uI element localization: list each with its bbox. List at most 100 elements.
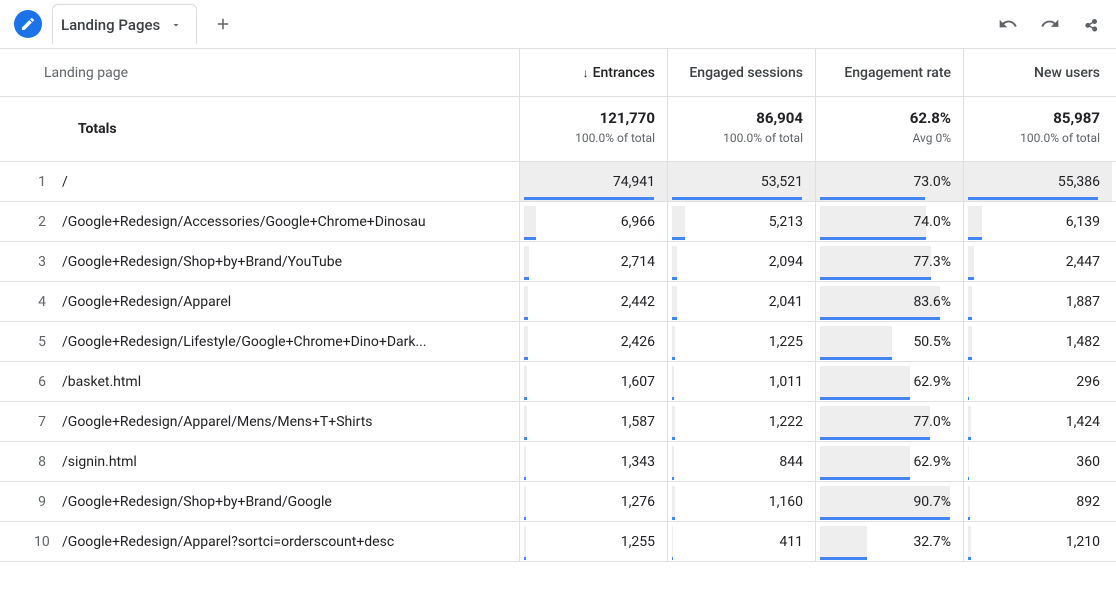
row-index: 1 <box>34 174 62 190</box>
cell-new-users: 360 <box>964 442 1112 481</box>
column-header-new-users[interactable]: New users <box>964 49 1112 96</box>
edit-badge-icon <box>14 10 42 38</box>
row-dimension: 9/Google+Redesign/Shop+by+Brand/Google <box>0 482 520 521</box>
cell-new-users: 55,386 <box>964 162 1112 201</box>
cell-engaged-sessions: 1,225 <box>668 322 816 361</box>
row-dimension: 10/Google+Redesign/Apparel?sortci=orders… <box>0 522 520 561</box>
row-index: 5 <box>34 334 62 350</box>
cell-new-users: 1,482 <box>964 322 1112 361</box>
totals-engaged-sessions: 86,904 100.0% of total <box>668 97 816 161</box>
cell-new-users: 1,424 <box>964 402 1112 441</box>
cell-engaged-sessions: 2,041 <box>668 282 816 321</box>
cell-new-users: 1,887 <box>964 282 1112 321</box>
cell-engagement-rate: 74.0% <box>816 202 964 241</box>
cell-entrances: 6,966 <box>520 202 668 241</box>
table-header: Landing page ↓ Entrances Engaged session… <box>0 49 1116 97</box>
column-header-entrances[interactable]: ↓ Entrances <box>520 49 668 96</box>
table-row[interactable]: 2/Google+Redesign/Accessories/Google+Chr… <box>0 202 1116 242</box>
row-dimension: 6/basket.html <box>0 362 520 401</box>
cell-entrances: 1,607 <box>520 362 668 401</box>
cell-engagement-rate: 32.7% <box>816 522 964 561</box>
table-row[interactable]: 6/basket.html1,6071,01162.9%296 <box>0 362 1116 402</box>
cell-new-users: 1,210 <box>964 522 1112 561</box>
cell-engagement-rate: 77.0% <box>816 402 964 441</box>
data-table: Landing page ↓ Entrances Engaged session… <box>0 48 1116 562</box>
cell-entrances: 2,442 <box>520 282 668 321</box>
row-index: 2 <box>34 214 62 230</box>
table-row[interactable]: 4/Google+Redesign/Apparel2,4422,04183.6%… <box>0 282 1116 322</box>
row-dimension: 5/Google+Redesign/Lifestyle/Google+Chrom… <box>0 322 520 361</box>
row-path: / <box>62 174 68 190</box>
table-row[interactable]: 9/Google+Redesign/Shop+by+Brand/Google1,… <box>0 482 1116 522</box>
redo-button[interactable] <box>1036 10 1064 38</box>
totals-new-users: 85,987 100.0% of total <box>964 97 1112 161</box>
tab-landing-pages[interactable]: Landing Pages <box>52 4 197 44</box>
table-body: 1/74,94153,52173.0%55,3862/Google+Redesi… <box>0 162 1116 562</box>
row-path: /Google+Redesign/Shop+by+Brand/YouTube <box>62 254 342 270</box>
tab-label: Landing Pages <box>61 16 160 34</box>
cell-engagement-rate: 50.5% <box>816 322 964 361</box>
chevron-down-icon <box>170 19 182 31</box>
add-tab-button[interactable] <box>203 4 243 44</box>
cell-new-users: 296 <box>964 362 1112 401</box>
cell-engaged-sessions: 1,011 <box>668 362 816 401</box>
row-index: 7 <box>34 414 62 430</box>
table-row[interactable]: 7/Google+Redesign/Apparel/Mens/Mens+T+Sh… <box>0 402 1116 442</box>
cell-new-users: 892 <box>964 482 1112 521</box>
totals-entrances: 121,770 100.0% of total <box>520 97 668 161</box>
row-dimension: 2/Google+Redesign/Accessories/Google+Chr… <box>0 202 520 241</box>
share-button[interactable] <box>1078 10 1106 38</box>
cell-engaged-sessions: 1,160 <box>668 482 816 521</box>
row-dimension: 1/ <box>0 162 520 201</box>
row-index: 3 <box>34 254 62 270</box>
row-path: /signin.html <box>62 454 137 470</box>
row-index: 6 <box>34 374 62 390</box>
table-row[interactable]: 10/Google+Redesign/Apparel?sortci=orders… <box>0 522 1116 562</box>
row-dimension: 8/signin.html <box>0 442 520 481</box>
cell-entrances: 2,426 <box>520 322 668 361</box>
table-row[interactable]: 1/74,94153,52173.0%55,386 <box>0 162 1116 202</box>
cell-engaged-sessions: 2,094 <box>668 242 816 281</box>
totals-engagement-rate: 62.8% Avg 0% <box>816 97 964 161</box>
row-index: 9 <box>34 494 62 510</box>
cell-engaged-sessions: 411 <box>668 522 816 561</box>
column-header-engagement-rate[interactable]: Engagement rate <box>816 49 964 96</box>
undo-button[interactable] <box>994 10 1022 38</box>
sort-descending-icon: ↓ <box>583 66 589 80</box>
column-header-engaged-sessions[interactable]: Engaged sessions <box>668 49 816 96</box>
row-index: 4 <box>34 294 62 310</box>
cell-engagement-rate: 83.6% <box>816 282 964 321</box>
row-path: /Google+Redesign/Shop+by+Brand/Google <box>62 494 332 510</box>
row-index: 10 <box>34 534 62 550</box>
cell-engagement-rate: 90.7% <box>816 482 964 521</box>
cell-new-users: 2,447 <box>964 242 1112 281</box>
cell-entrances: 1,587 <box>520 402 668 441</box>
row-path: /Google+Redesign/Apparel?sortci=ordersco… <box>62 534 394 550</box>
totals-label: Totals <box>0 97 520 161</box>
row-dimension: 3/Google+Redesign/Shop+by+Brand/YouTube <box>0 242 520 281</box>
cell-engaged-sessions: 5,213 <box>668 202 816 241</box>
cell-engagement-rate: 62.9% <box>816 362 964 401</box>
row-path: /Google+Redesign/Apparel/Mens/Mens+T+Shi… <box>62 414 373 430</box>
cell-engagement-rate: 77.3% <box>816 242 964 281</box>
row-path: /Google+Redesign/Apparel <box>62 294 231 310</box>
cell-entrances: 1,343 <box>520 442 668 481</box>
column-header-dimension[interactable]: Landing page <box>0 49 520 96</box>
cell-engaged-sessions: 844 <box>668 442 816 481</box>
cell-entrances: 2,714 <box>520 242 668 281</box>
cell-engaged-sessions: 1,222 <box>668 402 816 441</box>
row-path: /Google+Redesign/Accessories/Google+Chro… <box>62 214 426 230</box>
table-row[interactable]: 8/signin.html1,34384462.9%360 <box>0 442 1116 482</box>
totals-row: Totals 121,770 100.0% of total 86,904 10… <box>0 97 1116 162</box>
row-dimension: 4/Google+Redesign/Apparel <box>0 282 520 321</box>
cell-entrances: 1,255 <box>520 522 668 561</box>
row-index: 8 <box>34 454 62 470</box>
table-row[interactable]: 3/Google+Redesign/Shop+by+Brand/YouTube2… <box>0 242 1116 282</box>
row-dimension: 7/Google+Redesign/Apparel/Mens/Mens+T+Sh… <box>0 402 520 441</box>
cell-entrances: 1,276 <box>520 482 668 521</box>
cell-new-users: 6,139 <box>964 202 1112 241</box>
cell-engagement-rate: 73.0% <box>816 162 964 201</box>
table-row[interactable]: 5/Google+Redesign/Lifestyle/Google+Chrom… <box>0 322 1116 362</box>
cell-engaged-sessions: 53,521 <box>668 162 816 201</box>
row-path: /basket.html <box>62 374 141 390</box>
